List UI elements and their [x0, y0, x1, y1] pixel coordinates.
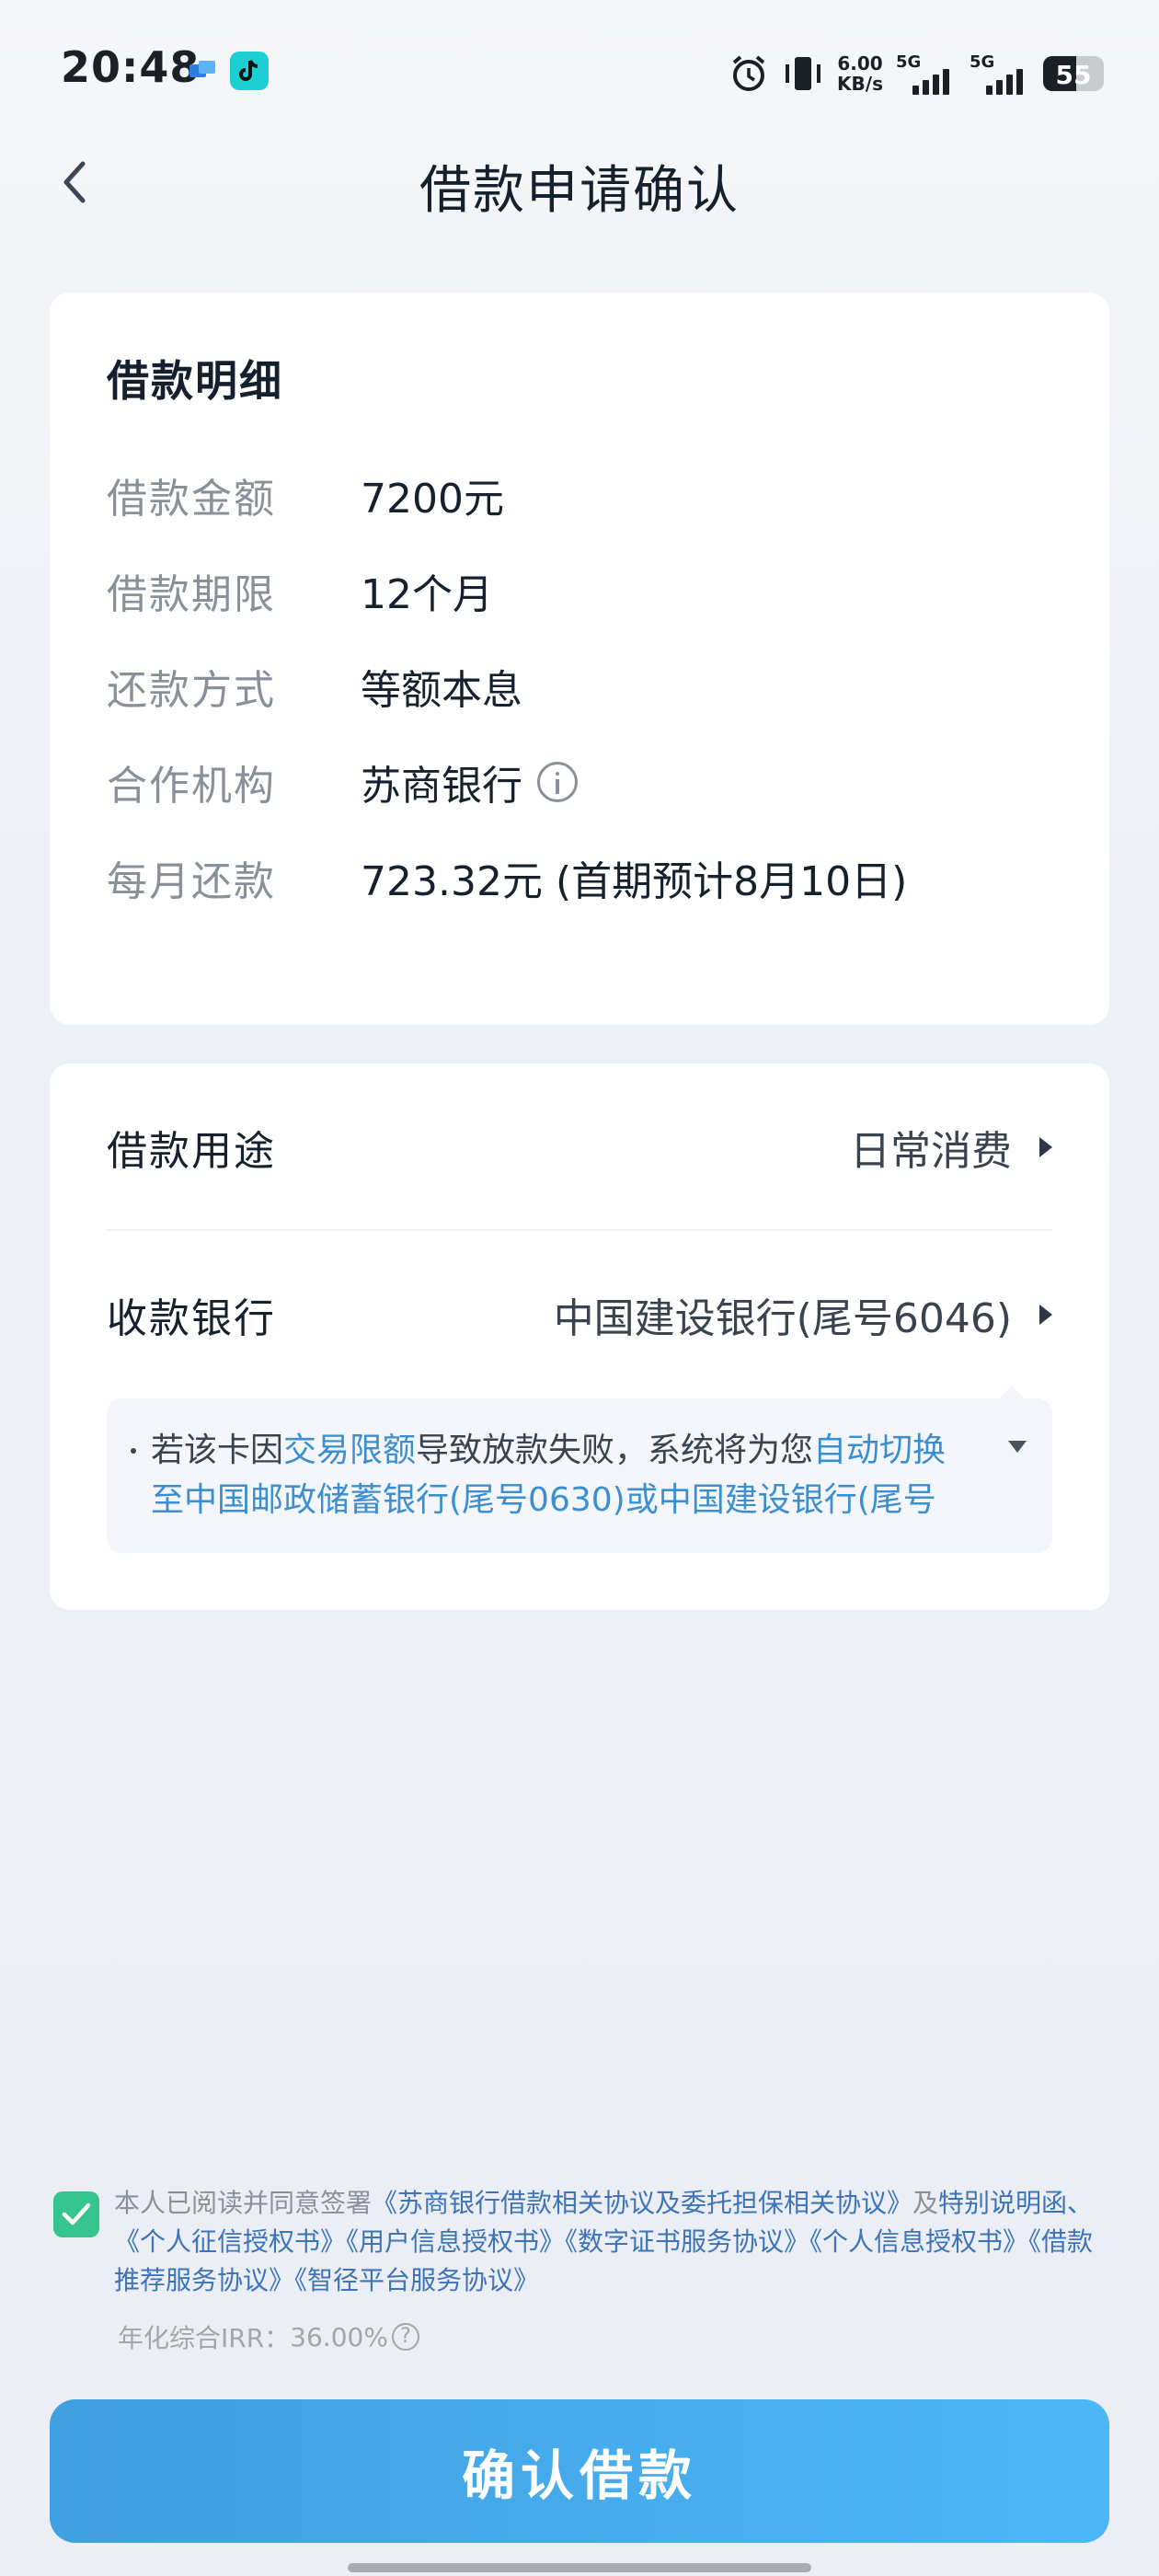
loan-detail-card: 借款明细 借款金额 7200元 借款期限 12个月 还款方式 等额本息 合作机构…: [50, 293, 1109, 1025]
loan-detail-title: 借款明细: [107, 356, 283, 406]
status-time: 20:48: [61, 42, 201, 92]
signal-5g-1: 5G: [896, 51, 957, 97]
purpose-value: 日常消费: [850, 1128, 1012, 1175]
tiktok-app-icon: [230, 52, 269, 90]
status-indicators: 6.00 KB/s 5G 5G 55: [729, 46, 1104, 101]
irr-value: 36.00%: [290, 2321, 388, 2352]
nav-header: 借款申请确认: [0, 138, 1159, 248]
help-icon[interactable]: ?: [391, 2323, 419, 2351]
alarm-icon: [732, 55, 765, 91]
info-icon[interactable]: [537, 762, 578, 802]
detail-row-repay-method: 还款方式 等额本息: [107, 659, 522, 714]
detail-value: 12个月: [361, 571, 493, 618]
detail-label: 每月还款: [107, 858, 276, 905]
detail-value: 苏商银行: [361, 763, 522, 810]
detail-label: 还款方式: [107, 667, 276, 714]
irr-info: 年化综合IRR： 36.00% ?: [118, 2318, 419, 2355]
fallback-bank-notice[interactable]: 若该卡因交易限额导致放款失败，系统将为您自动切换 至中国邮政储蓄银行(尾号063…: [107, 1398, 1052, 1553]
vibrate-icon: [786, 57, 821, 90]
detail-value: 等额本息: [361, 667, 522, 714]
notice-line-2: 至中国邮政储蓄银行(尾号0630)或中国建设银行(尾号: [151, 1481, 936, 1519]
trade-limit-link[interactable]: 交易限额: [283, 1432, 416, 1469]
agreement-link-main[interactable]: 《苏商银行借款相关协议及委托担保相关协议》: [372, 2188, 912, 2218]
confirm-loan-button[interactable]: 确认借款: [50, 2399, 1109, 2543]
purpose-selector[interactable]: 借款用途 日常消费: [107, 1106, 1052, 1189]
agreement-section: 本人已阅读并同意签署《苏商银行借款相关协议及委托担保相关协议》及特别说明函、《个…: [53, 2184, 1111, 2353]
notice-line-1: 若该卡因交易限额导致放款失败，系统将为您自动切换: [151, 1432, 947, 1469]
purpose-label: 借款用途: [107, 1128, 276, 1175]
detail-row-partner: 合作机构 苏商银行: [107, 754, 578, 810]
auto-switch-link[interactable]: 自动切换: [813, 1432, 946, 1469]
check-icon: [62, 2202, 91, 2225]
battery-percent: 55: [1055, 60, 1092, 90]
battery-icon: 55: [1043, 56, 1104, 91]
detail-row-monthly: 每月还款 723.32元 (首期预计8月10日): [107, 850, 907, 905]
agreement-text: 本人已阅读并同意签署《苏商银行借款相关协议及委托担保相关协议》及特别说明函、《个…: [114, 2188, 1094, 2295]
irr-label: 年化综合IRR：: [118, 2323, 291, 2353]
detail-label: 借款金额: [107, 476, 276, 523]
page-title: 借款申请确认: [419, 161, 740, 221]
signal-bars-icon: [912, 69, 949, 95]
home-indicator[interactable]: [348, 2563, 811, 2572]
detail-label: 合作机构: [107, 763, 276, 810]
agreement-checkbox[interactable]: [53, 2191, 99, 2237]
caret-right-icon: [1039, 1137, 1052, 1157]
bank-selector[interactable]: 收款银行 中国建设银行(尾号6046): [107, 1273, 1052, 1356]
divider: [107, 1229, 1052, 1231]
detail-value: 7200元: [361, 476, 504, 523]
expand-triangle-icon[interactable]: [1008, 1441, 1027, 1453]
signal-bars-icon: [986, 69, 1023, 95]
page: 20:48 6.00 KB/s 5G 5G 55 借款申请确认 借款明细 借款金…: [0, 0, 1159, 2576]
network-speed: 6.00 KB/s: [837, 52, 883, 95]
detail-row-amount: 借款金额 7200元: [107, 467, 504, 523]
caret-right-icon: [1039, 1305, 1052, 1325]
bullet-dot: [131, 1448, 136, 1454]
notification-app-icon: [189, 61, 215, 77]
loan-options-card: 借款用途 日常消费 收款银行 中国建设银行(尾号6046) 若该卡因交易限额导致…: [50, 1064, 1109, 1610]
status-bar: 20:48 6.00 KB/s 5G 5G 55: [0, 0, 1159, 138]
detail-row-term: 借款期限 12个月: [107, 563, 493, 618]
bank-value: 中国建设银行(尾号6046): [553, 1295, 1012, 1342]
bank-label: 收款银行: [107, 1295, 276, 1342]
detail-label: 借款期限: [107, 571, 276, 618]
signal-5g-2: 5G: [970, 51, 1030, 97]
detail-value: 723.32元 (首期预计8月10日): [361, 858, 908, 905]
